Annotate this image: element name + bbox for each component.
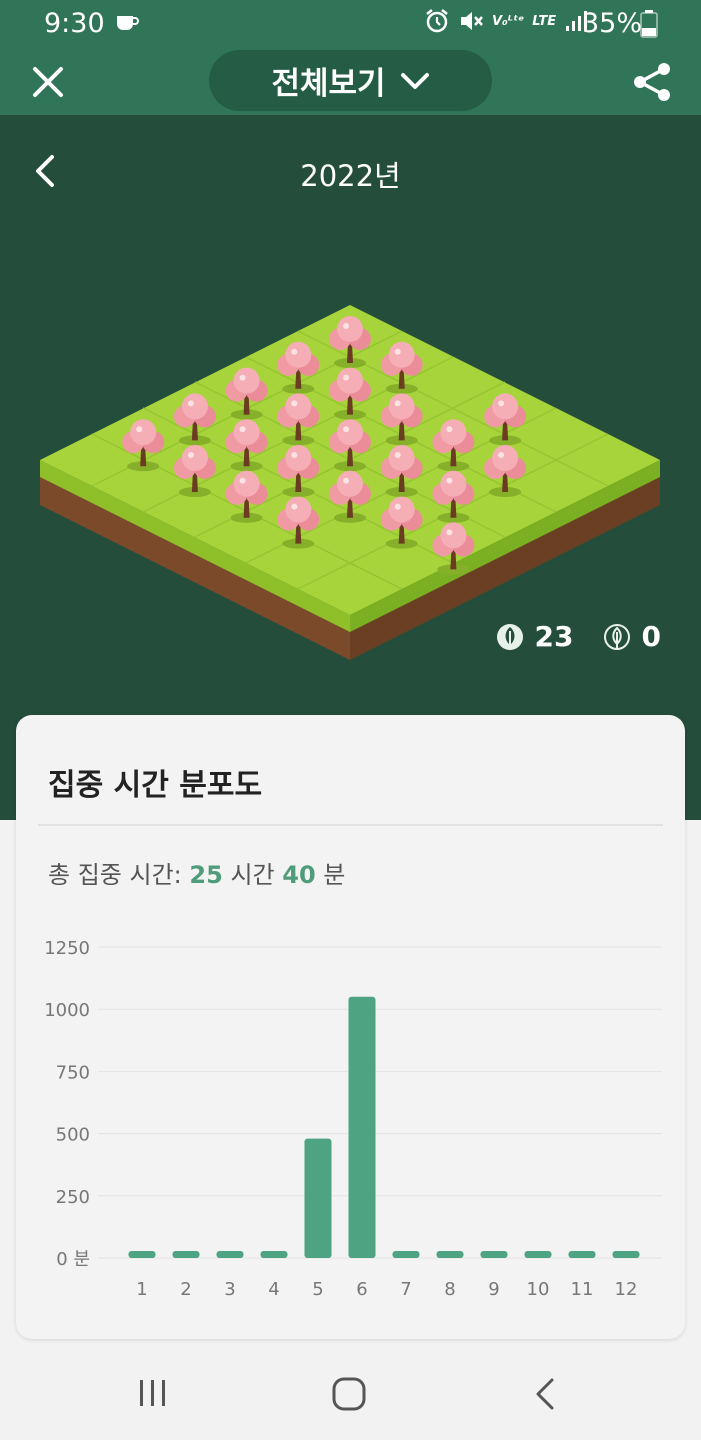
- status-bar: 9:30 V₀ᴸᵗᵉ LTE 35%: [0, 0, 701, 50]
- chart-bar: [348, 996, 376, 1258]
- x-tick-label: 11: [571, 1279, 594, 1300]
- trees-alive-count: 23: [534, 620, 574, 653]
- chart-bar: [392, 1251, 420, 1258]
- view-selector-dropdown[interactable]: 전체보기: [209, 50, 492, 111]
- back-icon[interactable]: [530, 1376, 560, 1412]
- system-nav-bar: [0, 1346, 701, 1440]
- total-focus-time: 총 집중 시간: 25 시간 40 분: [48, 855, 345, 890]
- total-prefix: 총 집중 시간:: [48, 861, 182, 889]
- total-hours: 25: [189, 861, 223, 889]
- tree-alive-icon: [496, 623, 523, 650]
- year-label: 2022년: [300, 159, 401, 193]
- battery-percent: 35%: [582, 8, 643, 39]
- x-tick-label: 8: [444, 1279, 455, 1300]
- chart-bar: [304, 1138, 332, 1258]
- chart-bar: [128, 1251, 156, 1258]
- status-icons: V₀ᴸᵗᵉ LTE: [424, 8, 588, 34]
- y-tick-label: 250: [56, 1187, 90, 1208]
- y-tick-label: 750: [56, 1062, 90, 1083]
- y-tick-label: 1250: [44, 938, 90, 959]
- forest-illustration: [40, 305, 660, 660]
- x-tick-label: 1: [136, 1279, 147, 1300]
- view-selector-label: 전체보기: [271, 66, 386, 102]
- total-minutes: 40: [282, 861, 316, 889]
- hours-unit: 시간: [230, 861, 275, 889]
- close-icon[interactable]: [28, 62, 68, 102]
- mute-icon: [461, 12, 483, 30]
- alarm-icon: [426, 9, 448, 33]
- x-tick-label: 10: [527, 1279, 550, 1300]
- chart-bar: [568, 1251, 596, 1258]
- x-tick-label: 12: [615, 1279, 638, 1300]
- card-title: 집중 시간 분포도: [48, 768, 263, 803]
- chart-bar: [436, 1251, 464, 1258]
- y-tick-label: 500: [56, 1125, 90, 1146]
- focus-distribution-chart: 0 분250500750100012501 2 3 4 5 6 7 8 9 10 11 12: [44, 938, 662, 1300]
- x-tick-label: 4: [268, 1279, 279, 1300]
- chart-bar: [612, 1251, 640, 1258]
- card-divider: [38, 824, 663, 826]
- recents-icon[interactable]: [136, 1378, 170, 1408]
- tree-dead-icon: [603, 623, 630, 650]
- battery-icon: [640, 10, 658, 38]
- forest-stats: 23 0: [495, 620, 661, 653]
- x-tick-label: 6: [356, 1279, 367, 1300]
- chart-bar: [524, 1251, 552, 1258]
- x-tick-label: 3: [224, 1279, 235, 1300]
- minutes-unit: 분: [323, 861, 346, 889]
- x-tick-label: 7: [400, 1279, 411, 1300]
- x-tick-label: 5: [312, 1279, 323, 1300]
- status-time: 9:30: [44, 8, 105, 39]
- app-bar: 전체보기: [0, 50, 701, 115]
- y-tick-label: 0 분: [56, 1249, 90, 1270]
- share-icon[interactable]: [630, 60, 674, 104]
- chart-bar: [172, 1251, 200, 1258]
- chart-bar: [216, 1251, 244, 1258]
- trees-dead-count: 0: [641, 620, 661, 653]
- chart-bar: [260, 1251, 288, 1258]
- network-type: LTE: [532, 13, 557, 29]
- home-icon[interactable]: [331, 1376, 367, 1412]
- coffee-icon: [117, 16, 139, 30]
- chevron-down-icon: [400, 72, 429, 89]
- y-tick-label: 1000: [44, 1000, 90, 1021]
- volte-label: V₀ᴸᵗᵉ: [492, 13, 525, 29]
- focus-distribution-card: 집중 시간 분포도 총 집중 시간: 25 시간 40 분 0 분 250 500 7…: [16, 715, 685, 1339]
- x-tick-label: 9: [488, 1279, 499, 1300]
- x-tick-label: 2: [180, 1279, 191, 1300]
- chart-bar: [480, 1251, 508, 1258]
